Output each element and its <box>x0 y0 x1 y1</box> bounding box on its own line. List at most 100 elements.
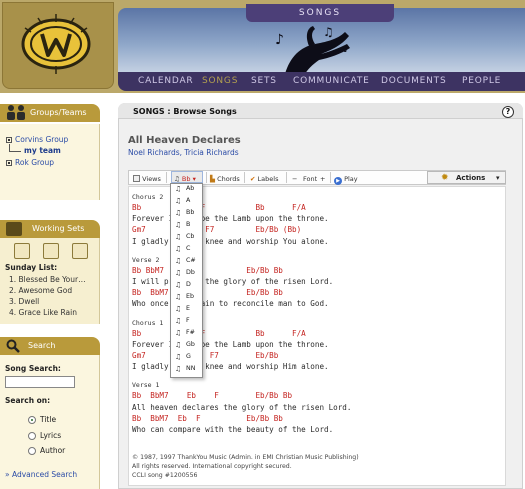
toolbar-divider <box>166 172 167 183</box>
music-note-icon: ♫ <box>175 341 182 349</box>
key-option-nn[interactable]: NN <box>186 363 195 375</box>
play-button[interactable]: ▶ Play <box>334 174 358 185</box>
set-song-item[interactable]: 1. Blessed Be Your… <box>9 275 86 284</box>
views-button[interactable]: Views <box>133 174 161 184</box>
toolbar-divider <box>244 172 245 183</box>
nav-calendar[interactable]: CALENDAR <box>138 72 193 91</box>
lyric-line: I will proclaim the glory of the risen L… <box>132 277 334 286</box>
song-authors-link[interactable]: Noel Richards, Tricia Richards <box>128 148 239 157</box>
key-option-e[interactable]: E <box>186 303 190 315</box>
music-note-icon: ♫ <box>175 293 182 301</box>
group-item-my-team[interactable]: my team <box>24 146 61 155</box>
key-option-c[interactable]: C <box>186 243 190 255</box>
lyric-line: I gladly bow my knee and worship Him alo… <box>132 362 329 372</box>
group-item-rok[interactable]: Rok Group <box>6 158 54 167</box>
section-title: SONGS <box>246 4 394 22</box>
expand-icon[interactable] <box>6 137 12 143</box>
chords-button[interactable]: ▙ Chords <box>210 174 240 184</box>
chord-line: Bb BbM7 Eb F Eb/Bb Bb <box>132 288 283 298</box>
radio-title[interactable] <box>28 416 36 424</box>
key-option-g[interactable]: G <box>186 351 191 363</box>
key-option-ab[interactable]: Ab <box>186 183 194 195</box>
lyric-line: Who can compare with the beauty of the L… <box>132 425 334 434</box>
lyric-line: Forever I will be the Lamb upon the thro… <box>132 339 329 349</box>
copyright-line: © 1987, 1997 ThankYou Music (Admin. in E… <box>132 454 359 461</box>
svg-text:♪: ♪ <box>343 44 349 55</box>
working-sets-title: Working Sets <box>32 224 85 233</box>
new-set-icon[interactable] <box>43 243 59 259</box>
advanced-search-link[interactable]: » Advanced Search <box>5 470 77 479</box>
key-option-d[interactable]: D <box>186 279 191 291</box>
nav-communicate[interactable]: COMMUNICATE <box>293 72 370 91</box>
section-label: Chorus 2 <box>132 193 164 201</box>
actions-button[interactable]: ✹ Actions ▾ <box>427 171 506 184</box>
search-on-label: Search on: <box>5 396 51 405</box>
nav-songs[interactable]: SONGS <box>202 72 238 91</box>
labels-button[interactable]: ✔ Labels <box>250 174 278 184</box>
people-icon <box>7 105 25 120</box>
font-decrease-button[interactable]: − <box>292 174 297 184</box>
music-note-icon: ♫ <box>175 329 182 337</box>
copyright-line: All rights reserved. International copyr… <box>132 463 292 470</box>
radio-title-label[interactable]: Title <box>40 415 56 424</box>
music-note-icon: ♫ <box>175 185 182 193</box>
search-icon <box>6 339 20 353</box>
music-note-icon: ♫ <box>175 365 182 373</box>
radio-lyrics[interactable] <box>28 432 36 440</box>
music-note-icon: ♫ <box>175 245 182 253</box>
set-song-item[interactable]: 4. Grace Like Rain <box>9 308 77 317</box>
tree-line <box>9 151 21 152</box>
chord-line: Bb BbM7 Eb F Eb/Bb Bb <box>132 413 283 423</box>
lyric-line: All heaven declares the glory of the ris… <box>132 402 352 412</box>
radio-lyrics-label[interactable]: Lyrics <box>40 431 61 440</box>
lyric-line: Who once was slain to reconcile man to G… <box>132 299 329 309</box>
logo-icon[interactable] <box>16 10 96 78</box>
group-item-corvins[interactable]: Corvins Group <box>6 135 68 144</box>
checkmark-icon: ✔ <box>250 175 256 183</box>
radio-author[interactable] <box>28 447 36 455</box>
music-note-icon: ♫ <box>175 317 182 325</box>
key-option-db[interactable]: Db <box>186 267 195 279</box>
lyric-line: I gladly bow my knee and worship You alo… <box>132 236 329 246</box>
set-song-item[interactable]: 2. Awesome God <box>9 286 72 295</box>
key-option-cb[interactable]: Cb <box>186 231 194 243</box>
svg-text:♫: ♫ <box>323 25 334 39</box>
song-search-input[interactable] <box>5 376 75 388</box>
music-note-icon: ♫ <box>175 305 182 313</box>
key-option-gb[interactable]: Gb <box>186 339 195 351</box>
toolbar-divider <box>330 172 331 183</box>
key-option-b[interactable]: B <box>186 219 190 231</box>
open-set-icon[interactable] <box>14 243 30 259</box>
music-note-icon: ♫ <box>175 209 182 217</box>
music-note-icon: ♫ <box>175 233 182 241</box>
key-option-a[interactable]: A <box>186 195 190 207</box>
section-label: Verse 1 <box>132 381 160 390</box>
music-note-icon: ♫ <box>175 281 182 289</box>
music-note-icon: ♫ <box>175 197 182 205</box>
key-option-bb[interactable]: Bb <box>186 207 194 219</box>
ccli-number: CCLI song #1200556 <box>132 472 198 479</box>
set-song-item[interactable]: 3. Dwell <box>9 297 39 306</box>
key-option-c-sharp[interactable]: C# <box>186 255 196 267</box>
expand-icon[interactable] <box>6 160 12 166</box>
help-icon[interactable]: ? <box>502 106 514 118</box>
nav-sets[interactable]: SETS <box>251 72 277 91</box>
svg-text:♪: ♪ <box>275 32 284 48</box>
music-note-icon: ♫ <box>175 257 182 265</box>
section-label: Verse 2 <box>132 255 160 264</box>
edit-set-icon[interactable] <box>72 243 88 259</box>
font-increase-button[interactable]: + <box>320 174 325 184</box>
key-option-f-sharp[interactable]: F# <box>186 327 195 339</box>
section-label: Chorus 1 <box>132 318 164 327</box>
chord-line: Bb Eb F Bb F/A <box>132 328 306 338</box>
toolbar-divider <box>206 172 207 183</box>
chord-line: Gm7 Eb F7 Eb/Bb <box>132 351 279 360</box>
chord-line: Bb BbM7 Eb F Eb/Bb Bb <box>132 265 283 275</box>
key-option-eb[interactable]: Eb <box>186 291 194 303</box>
key-option-f[interactable]: F <box>186 315 190 327</box>
chevron-down-icon: ▾ <box>192 175 196 183</box>
nav-documents[interactable]: DOCUMENTS <box>381 72 446 91</box>
radio-author-label[interactable]: Author <box>40 446 65 455</box>
nav-people[interactable]: PEOPLE <box>462 72 501 91</box>
chords-icon: ▙ <box>210 175 215 183</box>
